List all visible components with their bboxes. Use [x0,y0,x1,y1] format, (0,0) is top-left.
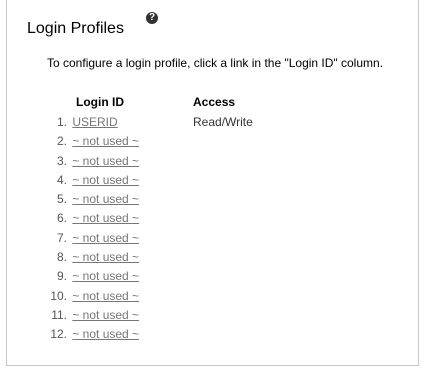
table-row: 11. ~ not used ~ [27,306,143,325]
row-number: 2. [56,134,67,149]
login-id-link[interactable]: ~ not used ~ [72,269,143,283]
login-id-link[interactable]: ~ not used ~ [72,308,143,322]
login-id-link[interactable]: ~ not used ~ [72,134,143,148]
login-id-link[interactable]: USERID [72,115,121,129]
row-number: 7. [56,230,67,245]
login-id-link[interactable]: ~ not used ~ [72,154,143,168]
login-profiles-panel: Login Profiles ? To configure a login pr… [6,0,419,366]
table-row: 12. ~ not used ~ [27,325,143,344]
login-id-link[interactable]: ~ not used ~ [72,327,143,341]
row-number: 3. [56,153,67,168]
table-row: 2. ~ not used ~ [27,132,143,151]
row-number: 12. [50,327,67,342]
login-id-link[interactable]: ~ not used ~ [72,192,143,206]
table-row: 10. ~ not used ~ [27,287,143,306]
page-title: Login Profiles [27,20,124,37]
access-value: Read/Write [193,115,253,129]
table-row: 3. ~ not used ~ [27,152,143,171]
intro-text: To configure a login profile, click a li… [47,56,384,70]
row-number: 1. [56,115,67,129]
column-header-login-id: Login ID [76,95,124,109]
table-row: 7. ~ not used ~ [27,229,143,248]
row-number: 10. [50,288,67,303]
row-number: 6. [56,211,67,226]
login-profile-list: 1. USERID Read/Write 2. ~ not used ~ 3. … [27,113,253,345]
row-number: 11. [51,307,67,322]
table-row: 1. USERID Read/Write [27,113,253,132]
login-id-link[interactable]: ~ not used ~ [72,211,143,225]
row-number: 8. [56,250,67,265]
row-number: 5. [56,192,67,207]
column-header-access: Access [193,95,236,109]
table-row: 4. ~ not used ~ [27,171,143,190]
table-row: 5. ~ not used ~ [27,190,143,209]
table-row: 8. ~ not used ~ [27,248,143,267]
login-id-link[interactable]: ~ not used ~ [72,173,143,187]
row-number: 9. [56,269,67,284]
help-icon[interactable]: ? [146,12,158,24]
login-id-link[interactable]: ~ not used ~ [72,250,143,264]
login-id-link[interactable]: ~ not used ~ [72,231,143,245]
row-number: 4. [56,172,67,187]
login-id-link[interactable]: ~ not used ~ [72,289,143,303]
table-row: 9. ~ not used ~ [27,267,143,286]
table-row: 6. ~ not used ~ [27,209,143,228]
